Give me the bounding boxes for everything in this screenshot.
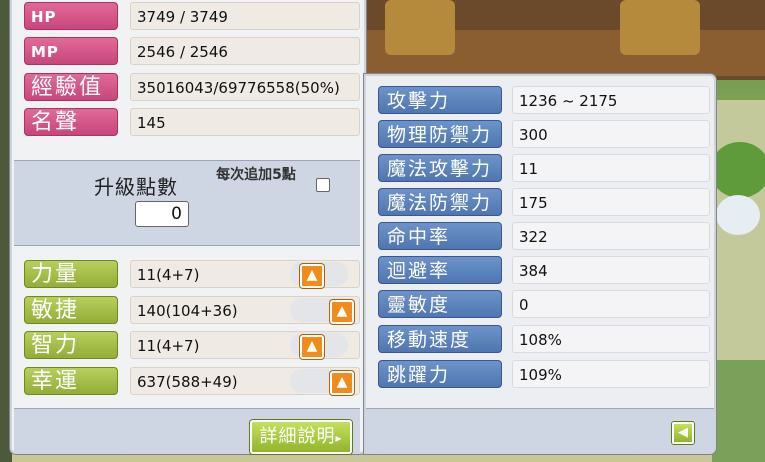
dex-label: 敏捷: [24, 296, 118, 324]
hands-label: 靈敏度: [378, 290, 502, 318]
weapon-defense-label: 物理防禦力: [378, 120, 502, 148]
detail-button[interactable]: 詳細說明▸: [250, 420, 352, 454]
jump-label: 跳躍力: [378, 360, 502, 388]
attribute-row-int: 智力 11(4+7) ▲: [22, 329, 362, 361]
stat-window: HP 3749 / 3749 MP 2546 / 2546 經驗值 350160…: [10, 0, 366, 454]
detail-row: 命中率 322: [376, 220, 710, 252]
attribute-row-luk: 幸運 637(588+49) ▲: [22, 365, 362, 397]
detail-window-footer: ◀: [366, 408, 714, 453]
hp-value: 3749 / 3749: [130, 2, 360, 30]
stat-row-exp: 經驗值 35016043/69776558(50%): [22, 71, 362, 103]
detail-row: 移動速度 108%: [376, 323, 710, 355]
fame-label: 名聲: [24, 108, 118, 136]
mp-label: MP: [24, 37, 118, 65]
dex-up-button[interactable]: ▲: [330, 300, 354, 324]
exp-label: 經驗值: [24, 73, 118, 101]
collapse-button[interactable]: ◀: [672, 422, 694, 444]
fame-value: 145: [130, 108, 360, 136]
add-five-label: 每次追加5點: [216, 167, 296, 183]
luk-up-button[interactable]: ▲: [330, 371, 354, 395]
detail-row: 迴避率 384: [376, 254, 710, 286]
arrow-up-icon: ▲: [306, 267, 318, 283]
ability-point-value: 0: [135, 201, 189, 227]
arrow-up-icon: ▲: [306, 338, 318, 354]
add-five-checkbox[interactable]: [316, 178, 330, 192]
chevron-right-icon: ▸: [335, 431, 343, 445]
magic-attack-label: 魔法攻擊力: [378, 154, 502, 182]
stat-row-fame: 名聲 145: [22, 106, 362, 138]
luk-label: 幸運: [24, 367, 118, 395]
arrow-left-icon: ◀: [678, 425, 688, 440]
accuracy-value: 322: [512, 222, 710, 250]
mp-value: 2546 / 2546: [130, 37, 360, 65]
attack-label: 攻擊力: [378, 86, 502, 114]
avoidability-value: 384: [512, 256, 710, 284]
detail-row: 靈敏度 0: [376, 288, 710, 320]
detail-row: 魔法防禦力 175: [376, 186, 710, 218]
arrow-up-icon: ▲: [336, 303, 348, 319]
jump-value: 109%: [512, 360, 710, 388]
avoidability-label: 迴避率: [378, 256, 502, 284]
arrow-up-icon: ▲: [336, 374, 348, 390]
weapon-defense-value: 300: [512, 120, 710, 148]
int-up-button[interactable]: ▲: [300, 335, 324, 359]
detail-row: 魔法攻擊力 11: [376, 152, 710, 184]
hands-value: 0: [512, 290, 710, 318]
magic-attack-value: 11: [512, 154, 710, 182]
detail-row: 物理防禦力 300: [376, 118, 710, 150]
speed-value: 108%: [512, 325, 710, 353]
speed-label: 移動速度: [378, 325, 502, 353]
detail-row: 跳躍力 109%: [376, 358, 710, 390]
str-label: 力量: [24, 260, 118, 288]
hp-label: HP: [24, 2, 118, 30]
magic-defense-label: 魔法防禦力: [378, 188, 502, 216]
detail-row: 攻擊力 1236 ~ 2175: [376, 84, 710, 116]
exp-value: 35016043/69776558(50%): [130, 73, 360, 101]
attack-value: 1236 ~ 2175: [512, 86, 710, 114]
stat-row-mp: MP 2546 / 2546: [22, 35, 362, 67]
detail-stat-window: 攻擊力 1236 ~ 2175 物理防禦力 300 魔法攻擊力 11 魔法防禦力…: [364, 74, 716, 454]
magic-defense-value: 175: [512, 188, 710, 216]
int-label: 智力: [24, 331, 118, 359]
ability-point-label: 升級點數: [94, 175, 178, 199]
str-up-button[interactable]: ▲: [300, 264, 324, 288]
ability-point-panel: 升級點數 0 每次追加5點: [14, 160, 360, 246]
attribute-row-str: 力量 11(4+7) ▲: [22, 258, 362, 290]
detail-button-label: 詳細說明: [259, 426, 336, 447]
accuracy-label: 命中率: [378, 222, 502, 250]
attribute-row-dex: 敏捷 140(104+36) ▲: [22, 294, 362, 326]
stat-row-hp: HP 3749 / 3749: [22, 0, 362, 32]
